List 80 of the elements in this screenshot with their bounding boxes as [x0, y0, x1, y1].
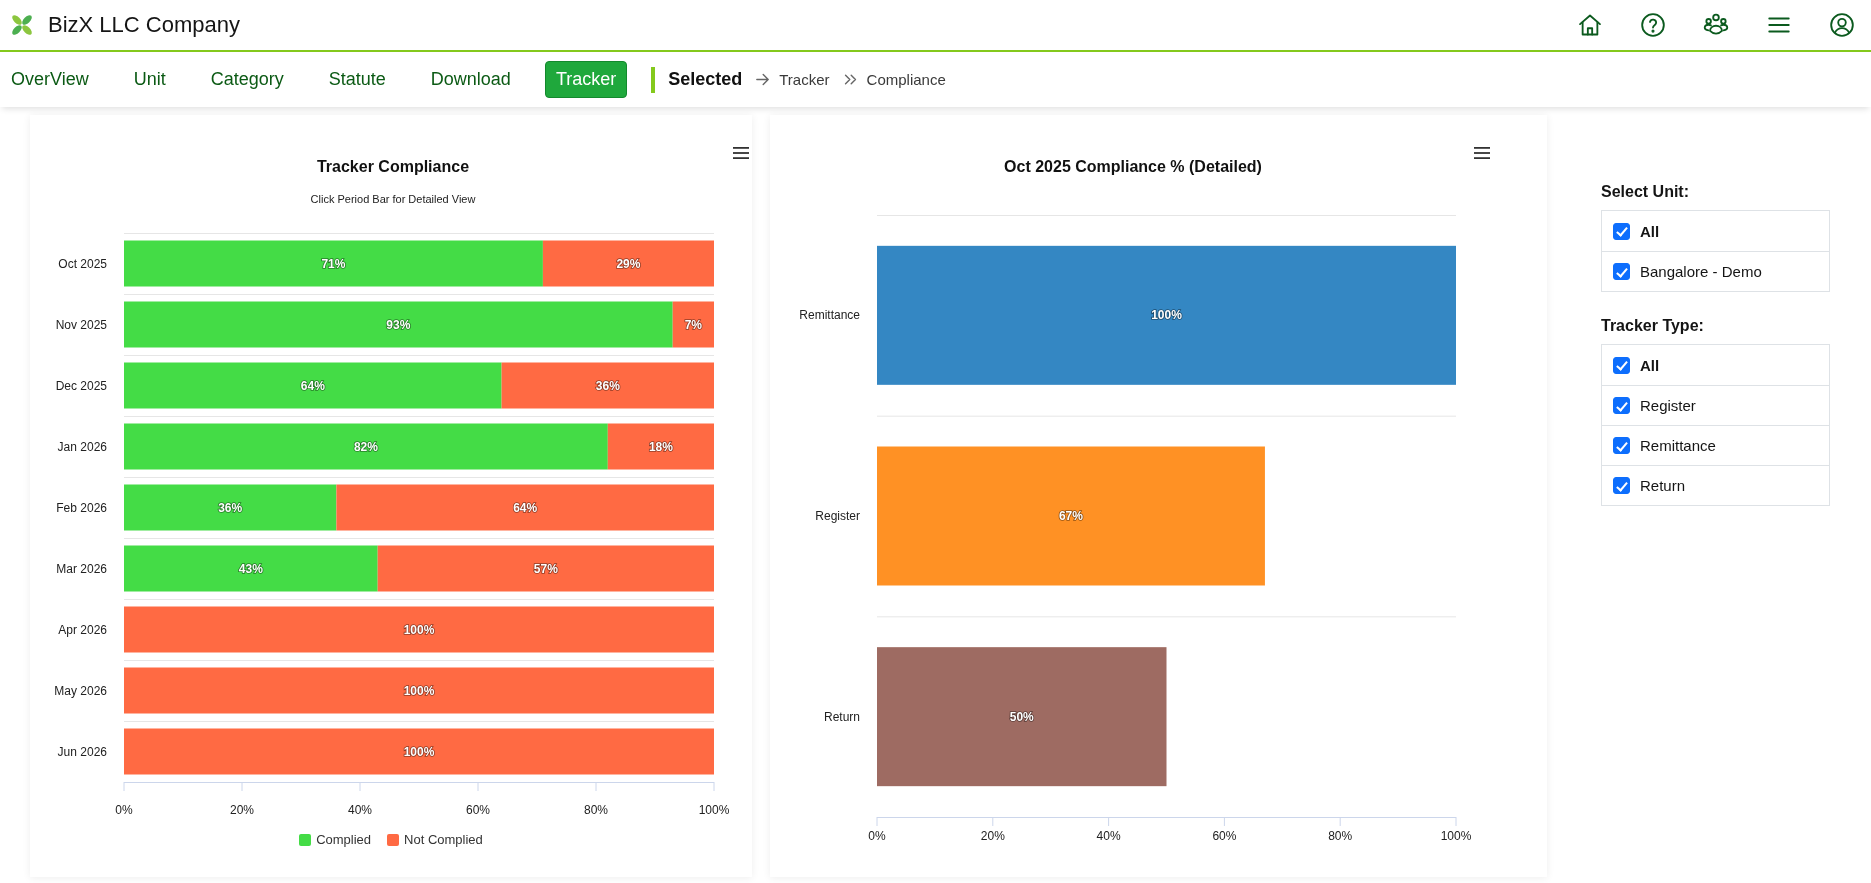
category-label: Oct 2025 [58, 256, 107, 271]
chart-subtitle: Click Period Bar for Detailed View [310, 193, 476, 205]
category-label: Return [823, 709, 860, 724]
category-label: Jan 2026 [57, 439, 107, 454]
axis-tick-label: 0% [868, 829, 886, 843]
bar-value-label: 36% [595, 378, 620, 393]
category-label: Jun 2026 [57, 744, 107, 759]
nav-tab[interactable]: Unit [122, 61, 177, 98]
nav-tab[interactable]: Download [419, 61, 522, 98]
filter-option[interactable]: Return [1602, 465, 1829, 505]
checkbox[interactable] [1613, 263, 1630, 280]
accent-bar [651, 66, 656, 93]
bar-value-label: 57% [533, 561, 558, 576]
bar-value-label: 64% [513, 500, 538, 515]
bar-segment[interactable] [672, 301, 714, 348]
filter-option[interactable]: All [1602, 211, 1829, 251]
chart-title: Tracker Compliance [316, 158, 470, 175]
filter-option[interactable]: Bangalore - Demo [1602, 251, 1829, 291]
breadcrumb-item: Compliance [866, 71, 946, 88]
bar-value-label: 64% [300, 378, 325, 393]
legend-item[interactable]: Not Complied [387, 832, 483, 848]
bar-value-label: 7% [684, 317, 702, 332]
bar-value-label: 100% [403, 744, 435, 759]
axis-tick-label: 100% [698, 803, 730, 817]
filter-option[interactable]: All [1602, 345, 1829, 385]
bar-value-label: 36% [218, 500, 243, 515]
bar-value-label: 100% [403, 622, 435, 637]
leaves-logo-icon [10, 13, 34, 37]
filter-option[interactable]: Register [1602, 385, 1829, 425]
category-label: Register [815, 509, 860, 523]
bar-value-label: 67% [1058, 509, 1083, 523]
checkbox[interactable] [1613, 477, 1630, 494]
axis-tick-label: 20% [980, 829, 1005, 843]
axis-tick-label: 80% [584, 803, 608, 817]
category-label: Remittance [799, 308, 860, 323]
checkbox[interactable] [1613, 356, 1630, 374]
bar-value-label: 100% [1151, 308, 1182, 323]
category-label: Nov 2025 [55, 317, 107, 332]
bar-value-label: 29% [616, 256, 641, 271]
nav-tab[interactable]: OverView [0, 61, 100, 98]
axis-tick-label: 60% [1212, 829, 1237, 843]
category-label: Feb 2026 [56, 500, 107, 515]
category-label: Mar 2026 [56, 561, 107, 576]
breadcrumb-label: Selected [668, 69, 743, 90]
filter-option[interactable]: Remittance [1602, 425, 1829, 465]
nav-tab[interactable]: Statute [317, 61, 397, 98]
user-profile-icon[interactable] [1829, 12, 1855, 38]
nav-tab[interactable]: Category [199, 61, 295, 98]
menu-icon[interactable] [733, 147, 749, 159]
bar-value-label: 43% [238, 561, 263, 576]
axis-tick-label: 60% [466, 803, 490, 817]
category-label: May 2026 [54, 683, 107, 698]
axis-tick-label: 0% [115, 803, 133, 817]
bar-segment[interactable] [607, 423, 714, 470]
category-label: Apr 2026 [58, 622, 107, 637]
checkbox[interactable] [1613, 397, 1630, 414]
legend-item[interactable]: Complied [299, 832, 372, 848]
filter-heading: Select Unit: [1601, 182, 1690, 201]
axis-tick-label: 40% [348, 803, 372, 817]
breadcrumb-item: Tracker [779, 71, 830, 88]
home-icon[interactable] [1577, 12, 1603, 38]
bar-value-label: 50% [1009, 709, 1034, 724]
bar-value-label: 18% [648, 439, 673, 454]
arrow-right-icon [754, 71, 772, 88]
chart-title: Oct 2025 Compliance % (Detailed) [1004, 158, 1262, 175]
bar-value-label: 93% [386, 317, 411, 332]
bar-value-label: 82% [353, 439, 378, 454]
filter-heading: Tracker Type: [1601, 316, 1705, 335]
checkbox[interactable] [1613, 222, 1630, 240]
axis-tick-label: 20% [230, 803, 254, 817]
axis-tick-label: 100% [1440, 829, 1472, 843]
checkbox[interactable] [1613, 437, 1630, 454]
axis-tick-label: 80% [1328, 829, 1353, 843]
bar-value-label: 71% [321, 256, 346, 271]
category-label: Dec 2025 [55, 378, 107, 393]
bar-value-label: 100% [403, 683, 435, 698]
company-name: BizX LLC Company [48, 12, 240, 38]
menu-icon[interactable] [1474, 147, 1490, 159]
help-icon[interactable] [1640, 12, 1666, 38]
axis-tick-label: 40% [1096, 829, 1121, 843]
